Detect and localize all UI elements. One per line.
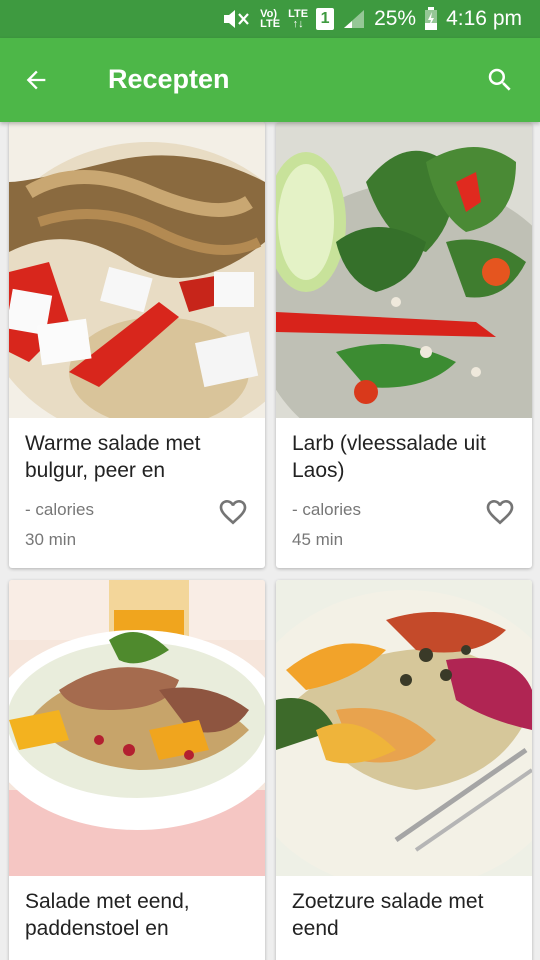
app-bar: Recepten — [0, 38, 540, 122]
recipe-card[interactable]: Salade met eend, paddenstoel en — [9, 580, 265, 960]
recipe-title: Larb (vleessalade uit Laos) — [292, 432, 486, 482]
recipe-card[interactable]: Larb (vleessalade uit Laos) - calories 4… — [276, 122, 532, 568]
recipe-card[interactable]: Warme salade met bulgur, peer en - calor… — [9, 122, 265, 568]
back-button[interactable] — [16, 60, 56, 100]
battery-charging-icon — [424, 7, 438, 31]
recipe-title: Warme salade met bulgur, peer en — [25, 432, 201, 482]
page-title: Recepten — [108, 64, 230, 94]
recipe-photo — [276, 122, 532, 418]
recipe-photo — [9, 122, 265, 418]
signal-strength-icon — [342, 7, 366, 31]
recipe-photo — [276, 580, 532, 876]
recipe-photo — [9, 580, 265, 876]
search-button[interactable] — [480, 60, 520, 100]
heart-outline-icon — [486, 500, 514, 525]
arrow-back-icon — [26, 70, 46, 90]
favorite-button[interactable] — [215, 494, 251, 530]
recipe-title: Zoetzure salade met eend — [292, 890, 484, 940]
search-icon — [488, 68, 511, 91]
status-bar: Vo) LTE LTE ↑↓ 1 25% 4:16 pm — [0, 0, 540, 38]
lte-signal-icon: LTE ↑↓ — [288, 8, 309, 30]
sim-icon: 1 — [316, 8, 335, 30]
mute-icon — [222, 7, 252, 31]
battery-percent: 25% — [374, 7, 417, 30]
recipe-time: 30 min — [25, 530, 77, 549]
volte-indicator: Vo) LTE — [260, 8, 281, 30]
recipe-calories: - calories — [292, 500, 361, 519]
recipe-calories: - calories — [25, 500, 94, 519]
clock: 4:16 pm — [446, 7, 522, 30]
recipe-grid: Warme salade met bulgur, peer en - calor… — [0, 122, 540, 960]
recipe-title: Salade met eend, paddenstoel en — [25, 890, 190, 940]
heart-outline-icon — [219, 500, 247, 525]
recipe-card[interactable]: Zoetzure salade met eend — [276, 580, 532, 960]
recipe-time: 45 min — [292, 530, 344, 549]
favorite-button[interactable] — [482, 494, 518, 530]
